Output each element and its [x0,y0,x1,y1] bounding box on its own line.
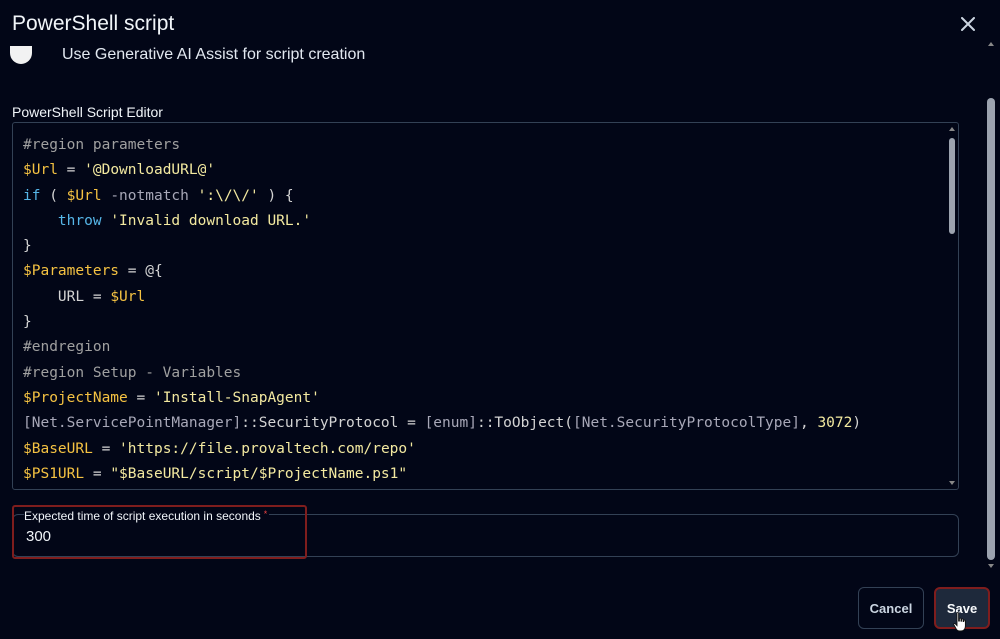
code-token: #endregion [23,339,111,356]
code-token: ::SecurityProtocol = [241,415,425,432]
code-line[interactable]: URL = $Url [23,285,861,310]
code-line[interactable]: } [23,234,861,259]
code-line[interactable]: [Net.ServicePointManager]::SecurityProto… [23,411,861,436]
scroll-thumb[interactable] [987,98,995,560]
editor-scroll-up-icon[interactable] [949,127,955,131]
ai-assist-label: Use Generative AI Assist for script crea… [62,46,366,63]
script-code[interactable]: #region parameters $Url = '@DownloadURL@'… [23,133,861,487]
hand-cursor-icon [953,612,966,632]
code-token: "$BaseURL/script/$ProjectName.ps1" [110,465,408,482]
code-token: = @{ [119,263,163,280]
code-line[interactable]: $PS1URL = "$BaseURL/script/$ProjectName.… [23,462,861,487]
code-line[interactable]: #region parameters [23,133,861,158]
code-token: $Url [66,187,102,204]
code-line[interactable]: $Url = '@DownloadURL@' [23,158,861,183]
code-line[interactable]: } [23,310,861,335]
code-token: 'https://file.provaltech.com/repo' [119,440,416,457]
code-token: } [23,238,32,255]
code-token: ( [40,187,67,204]
code-token: $ProjectName [23,389,128,406]
code-token: ::ToObject( [476,415,573,432]
code-token: = [92,440,120,457]
required-mark: * [263,509,268,519]
code-token: #region parameters [23,137,181,153]
editor-label: PowerShell Script Editor [12,104,163,120]
code-token: $Parameters [23,263,120,280]
code-line[interactable]: $Parameters = @{ [23,259,861,284]
code-token: URL = [23,288,111,305]
code-line[interactable]: throw 'Invalid download URL.' [23,209,861,234]
editor-scrollbar[interactable] [947,124,957,488]
close-icon[interactable] [961,17,975,31]
code-token: '@DownloadURL@' [84,162,216,179]
code-token: ':\/\/' [197,187,259,204]
code-token: 3072 [817,415,853,432]
code-token: $BaseURL [23,440,93,457]
dialog-scrollbar[interactable] [985,42,997,568]
close-button[interactable] [956,12,980,36]
code-token: ) [852,415,862,432]
code-token: 'Invalid download URL.' [110,212,312,229]
code-token: = [84,465,111,482]
script-editor[interactable]: #region parameters $Url = '@DownloadURL@'… [12,122,959,490]
code-line[interactable]: $ProjectName = 'Install-SnapAgent' [23,386,861,411]
code-token: -notmatch [101,187,198,204]
code-token: [Net.ServicePointManager] [23,415,242,432]
code-token: [enum] [424,415,477,432]
execution-time-input[interactable]: 300 [26,528,51,545]
code-line[interactable]: if ( $Url -notmatch ':\/\/' ) { [23,184,861,209]
code-line[interactable]: #endregion [23,335,861,360]
code-token: 'Install-SnapAgent' [153,389,320,406]
code-token: $Url [23,162,58,179]
code-token: $PS1URL [23,465,85,482]
dialog-title: PowerShell script [12,12,175,35]
editor-scroll-thumb[interactable] [949,138,955,234]
code-token: #region Setup - Variables [23,364,242,381]
code-token: if [23,187,41,204]
cancel-button[interactable]: Cancel [858,587,924,629]
execution-time-label: Expected time of script execution in sec… [24,509,270,523]
code-token: } [23,314,32,331]
scroll-down-icon[interactable] [988,564,994,568]
code-token: ) { [258,187,294,204]
code-token: , [799,415,818,432]
code-token: [Net.SecurityProtocolType] [573,415,800,432]
editor-scroll-down-icon[interactable] [949,481,955,485]
execution-time-label-text: Expected time of script execution in sec… [24,509,261,523]
code-token: = [127,389,154,406]
code-token: $Url [110,288,146,305]
code-token: = [57,162,85,179]
powershell-script-dialog: PowerShell script Use Generative AI Assi… [0,0,1000,639]
ai-assist-toggle[interactable] [10,46,32,64]
code-token: throw [57,212,102,229]
code-line[interactable]: #region Setup - Variables [23,361,861,386]
scroll-up-icon[interactable] [988,42,994,46]
code-line[interactable]: $BaseURL = 'https://file.provaltech.com/… [23,437,861,462]
